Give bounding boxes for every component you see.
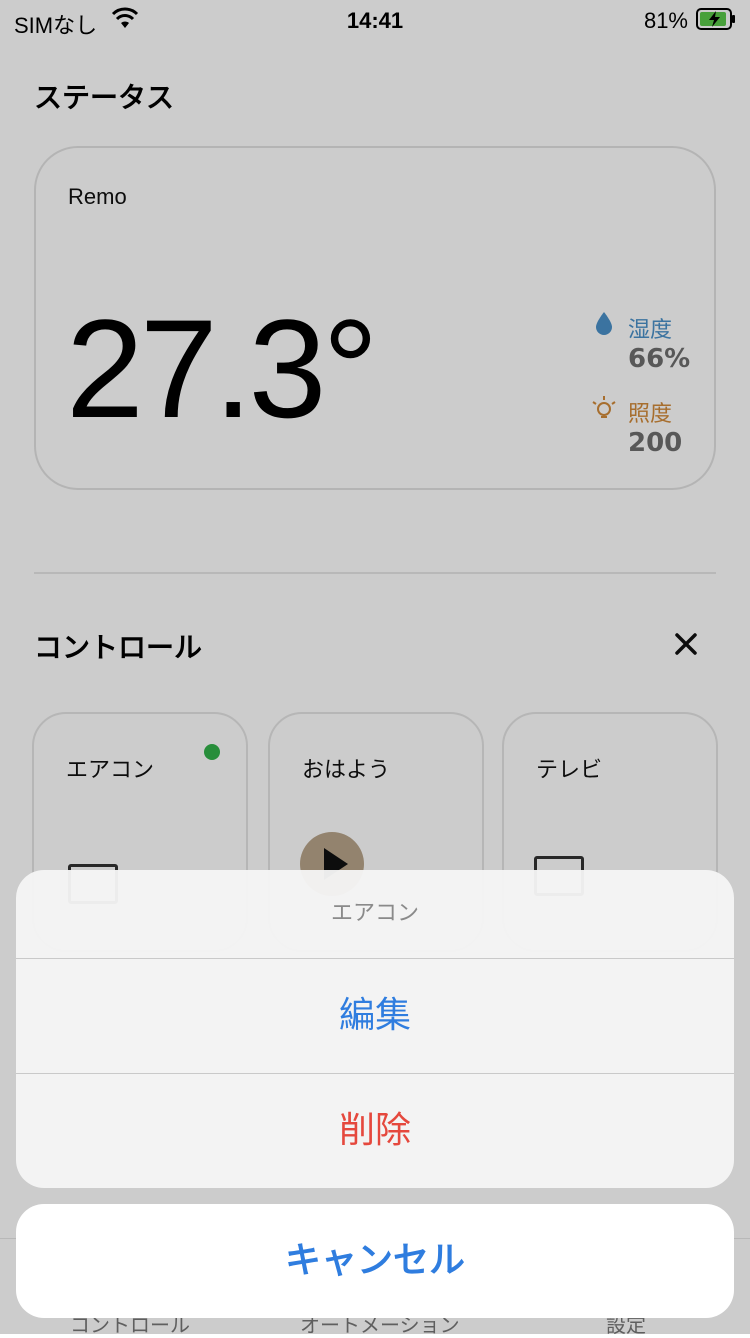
- edit-button[interactable]: 編集: [16, 959, 734, 1073]
- action-sheet-title: エアコン: [330, 901, 419, 926]
- delete-button[interactable]: 削除: [16, 1074, 734, 1188]
- cancel-button[interactable]: キャンセル: [16, 1204, 734, 1318]
- action-sheet: エアコン 編集 削除: [16, 870, 734, 1188]
